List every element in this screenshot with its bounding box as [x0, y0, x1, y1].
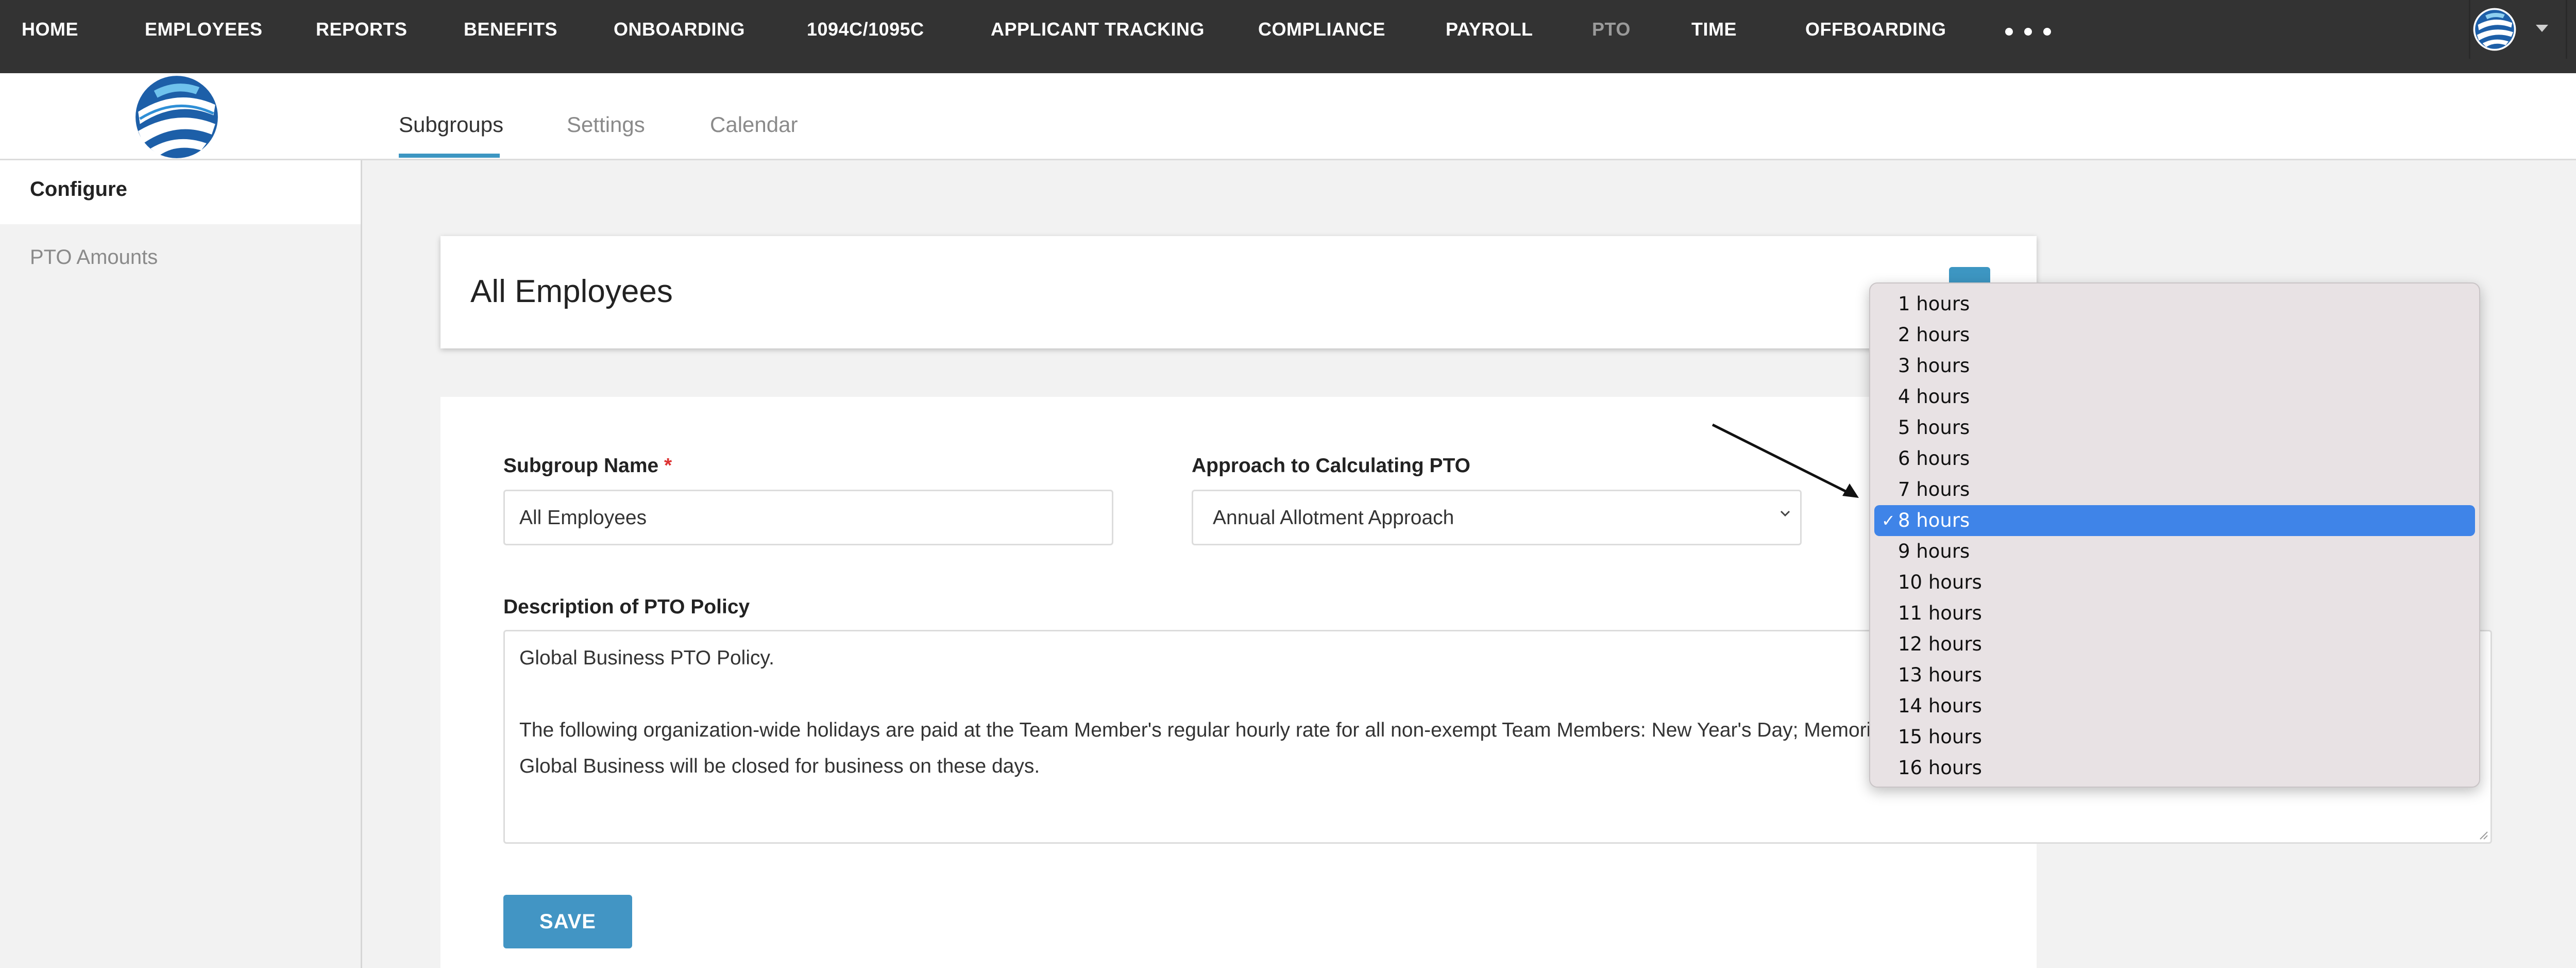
chevron-down-icon	[1780, 510, 1790, 517]
dropdown-option-selected[interactable]: ✓ 8 hours	[1874, 505, 2475, 536]
nav-time[interactable]: TIME	[1691, 0, 1737, 59]
dropdown-option[interactable]: 5 hours	[1874, 412, 2475, 443]
annotation-arrow	[1711, 423, 1859, 498]
subgroup-header-card: All Employees	[440, 236, 2037, 348]
globe-logo-icon[interactable]	[2471, 6, 2518, 53]
sidebar-item-label: Configure	[30, 178, 127, 201]
dropdown-option[interactable]: 12 hours	[1874, 629, 2475, 660]
page-title: All Employees	[470, 274, 673, 309]
sidebar-item-pto-amounts[interactable]: PTO Amounts	[30, 246, 158, 269]
dropdown-option[interactable]: 13 hours	[1874, 660, 2475, 691]
tab-subgroups[interactable]: Subgroups	[399, 112, 503, 137]
description-line: Global Business PTO Policy.	[519, 647, 774, 669]
nav-divider	[2566, 0, 2567, 59]
dropdown-option[interactable]: 1 hours	[1874, 289, 2475, 320]
nav-applicant-tracking[interactable]: APPLICANT TRACKING	[991, 0, 1205, 59]
nav-onboarding[interactable]: ONBOARDING	[614, 0, 745, 59]
description-line: The following organization-wide holidays…	[519, 719, 1887, 741]
ellipsis-icon[interactable]	[2005, 20, 2052, 40]
dropdown-option[interactable]: 10 hours	[1874, 567, 2475, 598]
hours-dropdown[interactable]: 1 hours 2 hours 3 hours 4 hours 5 hours …	[1869, 282, 2480, 788]
dropdown-option[interactable]: 14 hours	[1874, 691, 2475, 722]
approach-label: Approach to Calculating PTO	[1192, 455, 1470, 477]
sidebar: Configure PTO Amounts	[0, 160, 362, 968]
dropdown-option[interactable]: 15 hours	[1874, 722, 2475, 753]
tab-calendar[interactable]: Calendar	[710, 112, 798, 137]
nav-divider	[2469, 0, 2470, 59]
nav-payroll[interactable]: PAYROLL	[1446, 0, 1533, 59]
subgroup-name-input[interactable]: All Employees	[503, 490, 1113, 545]
dropdown-option[interactable]: 7 hours	[1874, 474, 2475, 505]
nav-offboarding[interactable]: OFFBOARDING	[1805, 0, 1946, 59]
description-label: Description of PTO Policy	[503, 596, 750, 618]
nav-compliance[interactable]: COMPLIANCE	[1258, 0, 1385, 59]
subgroup-name-value: All Employees	[519, 507, 647, 529]
save-button[interactable]: SAVE	[503, 895, 632, 948]
description-line: Global Business will be closed for busin…	[519, 755, 1040, 777]
required-mark: *	[664, 455, 672, 477]
dropdown-option[interactable]: 4 hours	[1874, 381, 2475, 412]
subgroup-name-label: Subgroup Name *	[503, 455, 672, 477]
dropdown-option[interactable]: 16 hours	[1874, 753, 2475, 783]
dropdown-option[interactable]: 6 hours	[1874, 443, 2475, 474]
nav-pto[interactable]: PTO	[1592, 0, 1631, 59]
approach-value: Annual Allotment Approach	[1213, 507, 1454, 529]
globe-logo-icon[interactable]	[133, 73, 221, 161]
nav-1094c-1095c[interactable]: 1094C/1095C	[807, 0, 924, 59]
resize-handle-icon[interactable]	[2477, 829, 2488, 840]
sidebar-item-configure[interactable]: Configure	[0, 160, 361, 224]
nav-benefits[interactable]: BENEFITS	[464, 0, 557, 59]
dropdown-option[interactable]: 2 hours	[1874, 320, 2475, 351]
check-icon: ✓	[1882, 511, 1895, 530]
tab-settings[interactable]: Settings	[567, 112, 645, 137]
nav-employees[interactable]: EMPLOYEES	[145, 0, 263, 59]
top-nav: HOME EMPLOYEES REPORTS BENEFITS ONBOARDI…	[0, 0, 2576, 73]
dropdown-option[interactable]: 3 hours	[1874, 351, 2475, 381]
dropdown-option[interactable]: 9 hours	[1874, 536, 2475, 567]
active-tab-indicator	[399, 154, 500, 158]
caret-down-icon[interactable]	[2536, 25, 2548, 32]
dropdown-option[interactable]: 11 hours	[1874, 598, 2475, 629]
nav-home[interactable]: HOME	[22, 0, 78, 59]
nav-reports[interactable]: REPORTS	[316, 0, 408, 59]
sub-header	[0, 73, 2576, 160]
